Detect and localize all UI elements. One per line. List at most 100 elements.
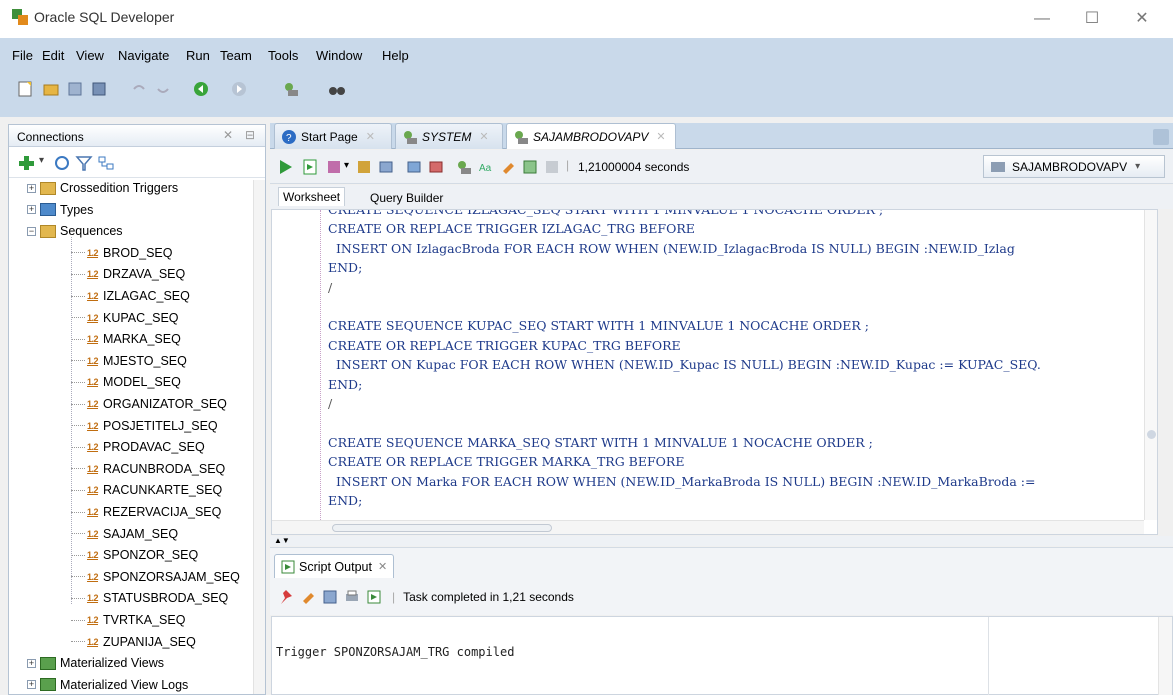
save-icon[interactable] xyxy=(322,589,338,605)
sequence-node[interactable]: 1.2 DRZAVA_SEQ xyxy=(71,264,185,284)
splitter[interactable]: ▲▼ xyxy=(270,536,1173,546)
sequence-node[interactable]: 1.2 MODEL_SEQ xyxy=(71,372,181,392)
tab-query-builder[interactable]: Query Builder xyxy=(370,191,443,205)
tree-folder[interactable]: + Crossedition Triggers xyxy=(27,180,178,198)
new-icon[interactable] xyxy=(14,78,36,100)
refresh-icon[interactable] xyxy=(53,154,71,172)
maximize-button[interactable]: ☐ xyxy=(1072,6,1112,32)
expand-icon[interactable]: + xyxy=(27,183,36,193)
sequence-node[interactable]: 1.2 SPONZORSAJAM_SEQ xyxy=(71,567,240,587)
menu-edit[interactable]: Edit xyxy=(42,48,64,63)
sequence-node[interactable]: 1.2 MJESTO_SEQ xyxy=(71,351,187,371)
tab-list-icon[interactable] xyxy=(1153,129,1169,145)
tree-folder[interactable]: + Types xyxy=(27,200,93,220)
sql-worksheet-icon[interactable] xyxy=(280,78,302,100)
dropdown-icon[interactable]: ▾ xyxy=(344,160,349,171)
menu-window[interactable]: Window xyxy=(316,48,362,63)
menu-navigate[interactable]: Navigate xyxy=(118,48,169,63)
back-icon[interactable] xyxy=(190,78,212,100)
save-icon[interactable] xyxy=(64,78,86,100)
sequence-node[interactable]: 1.2 PRODAVAC_SEQ xyxy=(71,437,205,457)
tab-worksheet[interactable]: Worksheet xyxy=(278,187,346,206)
editor-horizontal-scrollbar[interactable] xyxy=(272,520,1144,534)
sequence-node[interactable]: 1.2 SAJAM_SEQ xyxy=(71,524,178,544)
menu-view[interactable]: View xyxy=(76,48,104,63)
sequence-node[interactable]: 1.2 IZLAGAC_SEQ xyxy=(71,286,190,306)
panel-minimize-icon[interactable]: ⊟ xyxy=(245,128,255,142)
sequence-icon: 1.2 xyxy=(87,636,99,647)
schema-browser-icon[interactable] xyxy=(97,154,115,172)
editor-vertical-scrollbar[interactable] xyxy=(1144,210,1157,520)
history-icon[interactable] xyxy=(522,159,538,175)
tree-folder[interactable]: + Materialized Views xyxy=(27,653,164,673)
open-icon[interactable] xyxy=(40,78,62,100)
tree-folder[interactable]: − Sequences xyxy=(27,221,123,241)
script-output-area[interactable]: Trigger SPONZORSAJAM_TRG compiled xyxy=(271,616,1173,695)
output-scrollbar[interactable] xyxy=(1158,617,1172,695)
sequence-node[interactable]: 1.2 ORGANIZATOR_SEQ xyxy=(71,394,227,414)
connections-scrollbar[interactable] xyxy=(253,180,265,694)
redo-icon[interactable] xyxy=(152,78,174,100)
sql-editor[interactable]: CREATE SEQUENCE IZLAGAC_SEQ START WITH 1… xyxy=(271,209,1158,535)
close-tab-icon[interactable]: ✕ xyxy=(656,130,665,143)
undo-icon[interactable] xyxy=(128,78,150,100)
tab-start-page[interactable]: ? Start Page ✕ xyxy=(274,123,392,149)
connection-selector[interactable]: SAJAMBRODOVAPV ▾ xyxy=(983,155,1165,178)
unshared-sql-icon[interactable] xyxy=(428,159,444,175)
minimize-button[interactable]: — xyxy=(1022,6,1062,32)
sequence-node[interactable]: 1.2 MARKA_SEQ xyxy=(71,329,181,349)
panel-close-icon[interactable]: ✕ xyxy=(223,128,233,142)
sql-tuning-icon[interactable] xyxy=(456,159,472,175)
sql-plan-icon[interactable] xyxy=(544,159,560,175)
forward-icon[interactable] xyxy=(228,78,250,100)
clear-eraser-icon[interactable] xyxy=(500,159,516,175)
clear-eraser-icon[interactable] xyxy=(300,589,316,605)
code-line: CREATE SEQUENCE KUPAC_SEQ START WITH 1 M… xyxy=(328,318,869,334)
close-tab-icon[interactable]: ✕ xyxy=(366,130,375,143)
scroll-thumb[interactable] xyxy=(1147,430,1156,439)
tab-system[interactable]: SYSTEM ✕ xyxy=(395,123,503,149)
print-icon[interactable] xyxy=(344,589,360,605)
expand-icon[interactable]: + xyxy=(27,658,36,668)
menu-team[interactable]: Team xyxy=(220,48,252,63)
collapse-icon[interactable]: − xyxy=(27,226,36,236)
sequence-node[interactable]: 1.2 BROD_SEQ xyxy=(71,243,172,263)
tree-folder[interactable]: + Materialized View Logs xyxy=(27,675,188,694)
menu-file[interactable]: File xyxy=(12,48,33,63)
add-dropdown-icon[interactable]: ▾ xyxy=(39,155,44,166)
sequence-node[interactable]: 1.2 TVRTKA_SEQ xyxy=(71,610,185,630)
sequence-node[interactable]: 1.2 SPONZOR_SEQ xyxy=(71,545,198,565)
run-statement-icon[interactable] xyxy=(278,159,294,175)
expand-icon[interactable]: + xyxy=(27,205,36,215)
add-connection-icon[interactable] xyxy=(17,154,35,172)
close-tab-icon[interactable]: ✕ xyxy=(378,560,387,573)
open-in-editor-icon[interactable] xyxy=(366,589,382,605)
save-all-icon[interactable] xyxy=(88,78,110,100)
sequence-icon: 1.2 xyxy=(87,571,99,582)
sequence-node[interactable]: 1.2 POSJETITELJ_SEQ xyxy=(71,416,218,436)
sequence-node[interactable]: 1.2 REZERVACIJA_SEQ xyxy=(71,502,221,522)
format-case-icon[interactable]: Aa xyxy=(478,159,494,175)
menu-run[interactable]: Run xyxy=(186,48,210,63)
close-button[interactable]: ✕ xyxy=(1122,6,1162,32)
sequence-node[interactable]: 1.2 RACUNKARTE_SEQ xyxy=(71,480,222,500)
close-tab-icon[interactable]: ✕ xyxy=(479,130,488,143)
menu-tools[interactable]: Tools xyxy=(268,48,298,63)
binoculars-icon[interactable] xyxy=(326,78,348,100)
scroll-thumb[interactable] xyxy=(332,524,552,532)
commit-icon[interactable] xyxy=(378,159,394,175)
rollback-icon[interactable] xyxy=(406,159,422,175)
explain-plan-icon[interactable] xyxy=(356,159,372,175)
menu-help[interactable]: Help xyxy=(382,48,409,63)
filter-icon[interactable] xyxy=(75,154,93,172)
expand-icon[interactable]: + xyxy=(27,680,36,690)
sequence-node[interactable]: 1.2 ZUPANIJA_SEQ xyxy=(71,632,196,652)
sequence-node[interactable]: 1.2 STATUSBRODA_SEQ xyxy=(71,588,228,608)
tab-script-output[interactable]: Script Output ✕ xyxy=(274,554,395,578)
autotrace-icon[interactable] xyxy=(326,159,342,175)
sequence-node[interactable]: 1.2 RACUNBRODA_SEQ xyxy=(71,459,225,479)
pin-icon[interactable] xyxy=(278,589,294,605)
tab-sajambrodovapv[interactable]: SAJAMBRODOVAPV ✕ xyxy=(506,123,676,149)
run-script-icon[interactable] xyxy=(302,159,318,175)
sequence-node[interactable]: 1.2 KUPAC_SEQ xyxy=(71,308,179,328)
